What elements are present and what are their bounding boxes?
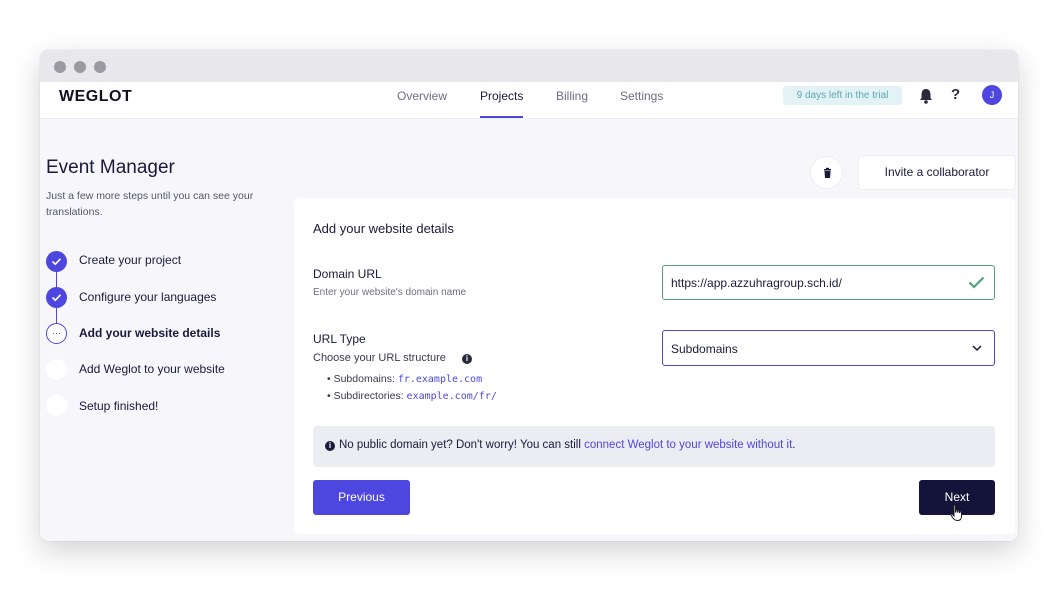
chevron-down-icon (972, 345, 982, 352)
no-domain-notice: i No public domain yet? Don't worry! You… (313, 426, 995, 467)
check-icon (51, 294, 62, 302)
step-setup-finished: Setup finished! (79, 399, 159, 413)
list-item: • Subdomains: fr.example.com (327, 373, 483, 385)
tab-billing[interactable]: Billing (556, 89, 588, 103)
step-todo-marker (46, 395, 67, 416)
active-tab-indicator (480, 116, 523, 118)
browser-window: WEGLOT Overview Projects Billing Setting… (40, 50, 1018, 541)
notice-text: No public domain yet? Don't worry! You c… (339, 439, 796, 451)
step-todo-marker (46, 359, 67, 380)
step-add-website-details: Add your website details (79, 326, 221, 340)
step-add-weglot: Add Weglot to your website (79, 362, 225, 376)
info-icon[interactable]: i (462, 354, 472, 364)
window-close-dot[interactable] (54, 61, 66, 73)
help-icon[interactable]: ? (951, 86, 960, 103)
step-done-marker (46, 251, 67, 272)
previous-button[interactable]: Previous (313, 480, 410, 515)
domain-url-label: Domain URL (313, 267, 382, 281)
hand-cursor-icon (950, 504, 962, 522)
url-type-selected: Subdomains (671, 342, 738, 356)
user-avatar[interactable]: J (982, 85, 1002, 105)
domain-url-value: https://app.azzuhragroup.sch.id/ (671, 276, 842, 290)
domain-url-help: Enter your website's domain name (313, 287, 467, 298)
url-type-label: URL Type (313, 332, 366, 346)
trash-icon (824, 167, 831, 178)
tab-projects[interactable]: Projects (480, 89, 523, 103)
bell-icon[interactable] (918, 87, 934, 105)
weglot-logo[interactable]: WEGLOT (59, 88, 132, 106)
step-create-project: Create your project (79, 253, 182, 267)
connect-without-domain-link[interactable]: connect Weglot to your website without i… (584, 439, 792, 451)
step-current-marker: ··· (46, 323, 67, 344)
window-titlebar (40, 50, 1018, 82)
window-maximize-dot[interactable] (94, 61, 106, 73)
domain-url-input[interactable]: https://app.azzuhragroup.sch.id/ (662, 265, 995, 300)
valid-check-icon (968, 276, 985, 289)
trial-badge[interactable]: 9 days left in the trial (783, 86, 902, 105)
card-title: Add your website details (313, 221, 454, 236)
window-minimize-dot[interactable] (74, 61, 86, 73)
delete-project-button[interactable] (810, 156, 843, 189)
top-navigation: WEGLOT Overview Projects Billing Setting… (40, 82, 1018, 119)
check-icon (51, 258, 62, 266)
page-subtitle: Just a few more steps until you can see … (46, 190, 254, 218)
invite-collaborator-button[interactable]: Invite a collaborator (858, 155, 1016, 190)
url-type-help: Choose your URL structure (313, 352, 446, 364)
list-item: • Subdirectories: example.com/fr/ (327, 390, 497, 402)
step-done-marker (46, 287, 67, 308)
url-type-select[interactable]: Subdomains (662, 330, 995, 366)
info-icon: i (325, 441, 335, 451)
step-configure-languages: Configure your languages (79, 290, 217, 304)
website-details-card: Add your website details Domain URL Ente… (294, 198, 1015, 534)
tab-settings[interactable]: Settings (620, 89, 663, 103)
tab-overview[interactable]: Overview (397, 89, 447, 103)
page-title: Event Manager (46, 157, 175, 178)
